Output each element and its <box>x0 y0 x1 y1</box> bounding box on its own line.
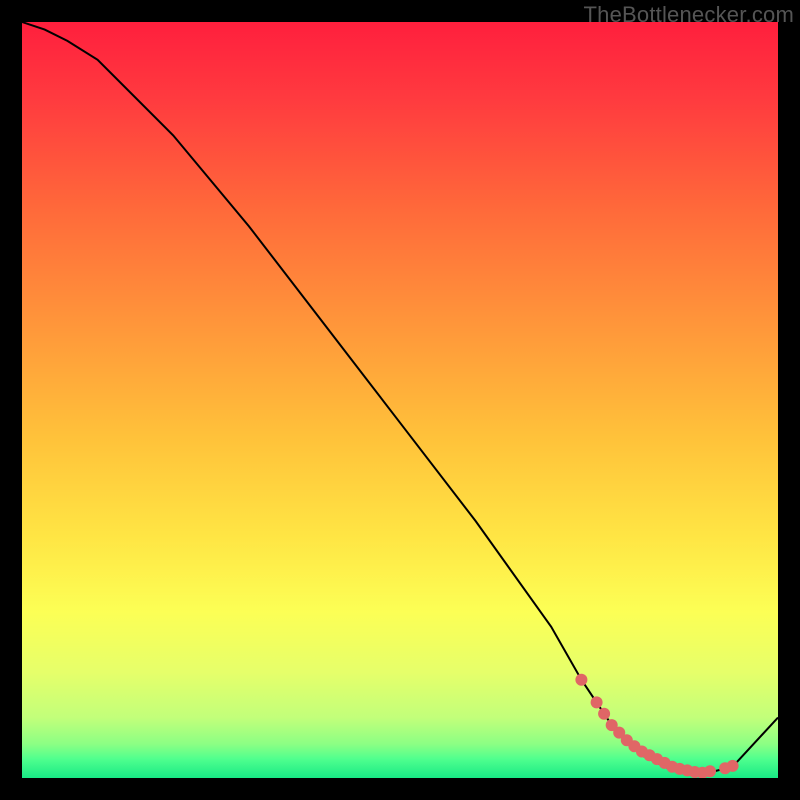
chart-stage: TheBottlenecker.com <box>0 0 800 800</box>
gradient-rect <box>22 22 778 778</box>
plot-area <box>22 22 778 778</box>
watermark-text: TheBottlenecker.com <box>584 2 794 28</box>
gradient-background <box>22 22 778 778</box>
